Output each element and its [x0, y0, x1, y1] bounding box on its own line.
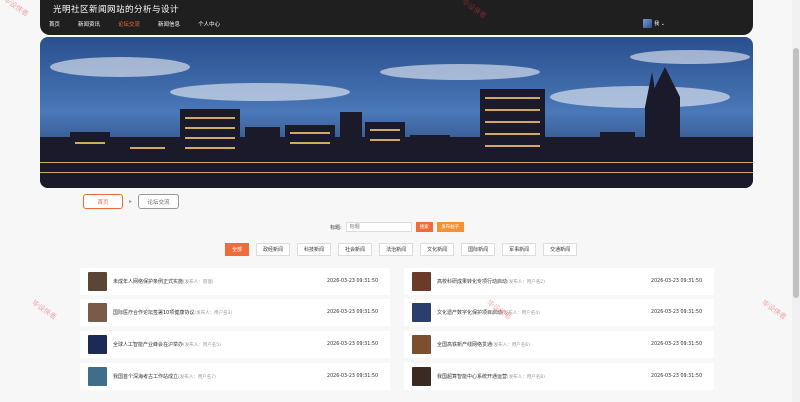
- news-title[interactable]: 高校科研成果转化专项行动启动: [437, 278, 507, 285]
- top-header: 光明社区新闻网站的分析与设计 首页 新闻资讯 论坛交流 新闻信息 个人中心 我 …: [40, 0, 753, 35]
- news-thumbnail[interactable]: [412, 335, 431, 354]
- news-time: 2026-03-23 09:31:50: [651, 374, 702, 379]
- publish-post-button[interactable]: 发布帖子: [436, 222, 464, 232]
- scrollbar-thumb[interactable]: [793, 48, 799, 298]
- search-label: 标题:: [330, 224, 342, 231]
- news-thumbnail[interactable]: [412, 367, 431, 386]
- main-nav: 首页 新闻资讯 论坛交流 新闻信息 个人中心: [40, 16, 229, 34]
- news-author: (发布人：用户名5): [183, 342, 221, 348]
- news-thumbnail[interactable]: [412, 303, 431, 322]
- news-item[interactable]: 全国高铁新产线网络贯通 (发布人：用户名6) 2026-03-23 09:31:…: [404, 331, 714, 358]
- site-title: 光明社区新闻网站的分析与设计: [53, 5, 180, 15]
- nav-personal-center[interactable]: 个人中心: [189, 16, 229, 34]
- news-title[interactable]: 我国超算智能中心系统开通运营: [437, 373, 507, 380]
- watermark: 毕设侠者: [760, 298, 788, 322]
- news-item[interactable]: 文化遗产数字化保护项目启动 (发布人：用户名4) 2026-03-23 09:3…: [404, 299, 714, 326]
- category-international[interactable]: 国际新闻: [461, 243, 496, 256]
- news-time: 2026-03-23 09:31:50: [327, 310, 378, 315]
- news-time: 2026-03-23 09:31:50: [651, 310, 702, 315]
- nav-home[interactable]: 首页: [40, 16, 69, 34]
- news-author: (发布人：用户名4): [502, 310, 540, 316]
- news-title[interactable]: 文化遗产数字化保护项目启动: [437, 309, 502, 316]
- category-society[interactable]: 社会新闻: [338, 243, 373, 256]
- news-time: 2026-03-23 09:31:50: [651, 342, 702, 347]
- user-menu[interactable]: 我 ⌄: [643, 19, 665, 28]
- news-item[interactable]: 我国超算智能中心系统开通运营 (发布人：用户名8) 2026-03-23 09:…: [404, 363, 714, 390]
- news-title[interactable]: 我国首个深海考古工作站成立: [113, 373, 178, 380]
- category-all[interactable]: 全部: [225, 243, 250, 256]
- category-tabs: 全部 政经新闻 科技新闻 社会新闻 法治新闻 文化新闻 国际新闻 军事新闻 交通…: [225, 243, 578, 256]
- news-thumbnail[interactable]: [412, 272, 431, 291]
- breadcrumb: 首页 ▸ 论坛交流: [83, 194, 180, 209]
- news-title[interactable]: 全国高铁新产线网络贯通: [437, 341, 492, 348]
- news-item[interactable]: 全球人工智能产业峰会在沪举办 (发布人：用户名5) 2026-03-23 09:…: [80, 331, 390, 358]
- news-author: (发布人：用户名7): [178, 374, 216, 380]
- nav-news-info[interactable]: 新闻资讯: [69, 16, 109, 34]
- news-thumbnail[interactable]: [88, 367, 107, 386]
- news-title[interactable]: 全球人工智能产业峰会在沪举办: [113, 341, 183, 348]
- search-bar: 标题: 搜索 发布帖子: [330, 222, 464, 232]
- banner-image: [40, 37, 753, 188]
- avatar[interactable]: [643, 19, 653, 28]
- news-author: (发布人：用户名6): [492, 342, 530, 348]
- category-law[interactable]: 法治新闻: [379, 243, 414, 256]
- search-input[interactable]: [345, 222, 412, 232]
- news-item[interactable]: 未成年人网络保护条例正式实施 (发布人：管理) 2026-03-23 09:31…: [80, 268, 390, 295]
- news-thumbnail[interactable]: [88, 303, 107, 322]
- news-title[interactable]: 未成年人网络保护条例正式实施: [113, 278, 183, 285]
- news-thumbnail[interactable]: [88, 335, 107, 354]
- watermark: 毕设侠者: [30, 298, 58, 322]
- category-politics[interactable]: 政经新闻: [256, 243, 291, 256]
- nav-news[interactable]: 新闻信息: [149, 16, 189, 34]
- news-author: (发布人：用户名8): [507, 374, 545, 380]
- category-tech[interactable]: 科技新闻: [297, 243, 332, 256]
- breadcrumb-home[interactable]: 首页: [83, 194, 123, 209]
- category-military[interactable]: 军事新闻: [502, 243, 537, 256]
- news-item[interactable]: 高校科研成果转化专项行动启动 (发布人：用户名2) 2026-03-23 09:…: [404, 268, 714, 295]
- breadcrumb-separator: ▸: [129, 198, 133, 205]
- watermark: 毕设侠者: [2, 0, 30, 19]
- user-menu-label[interactable]: 我 ⌄: [654, 20, 665, 27]
- search-button[interactable]: 搜索: [415, 222, 433, 232]
- news-item[interactable]: 我国首个深海考古工作站成立 (发布人：用户名7) 2026-03-23 09:3…: [80, 363, 390, 390]
- news-author: (发布人：管理): [183, 279, 214, 285]
- breadcrumb-current[interactable]: 论坛交流: [138, 194, 180, 209]
- news-time: 2026-03-23 09:31:50: [327, 374, 378, 379]
- news-author: (发布人：用户名2): [507, 279, 545, 285]
- nav-forum[interactable]: 论坛交流: [109, 16, 149, 34]
- news-time: 2026-03-23 09:31:50: [651, 279, 702, 284]
- news-author: (发布人：用户名3): [194, 310, 233, 316]
- page-scrollbar[interactable]: [792, 0, 800, 402]
- news-time: 2026-03-23 09:31:50: [327, 342, 378, 347]
- category-culture[interactable]: 文化新闻: [420, 243, 455, 256]
- news-item[interactable]: 国际医疗合作论坛签署10项健康协议 (发布人：用户名3) 2026-03-23 …: [80, 299, 390, 326]
- news-time: 2026-03-23 09:31:50: [327, 279, 378, 284]
- news-thumbnail[interactable]: [88, 272, 107, 291]
- news-title[interactable]: 国际医疗合作论坛签署10项健康协议: [113, 309, 194, 316]
- category-traffic[interactable]: 交通新闻: [543, 243, 578, 256]
